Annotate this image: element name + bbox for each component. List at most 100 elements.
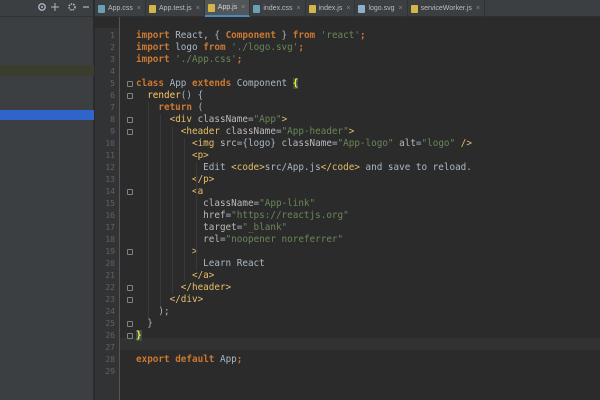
code-token: return (158, 102, 192, 113)
split-icon[interactable] (49, 2, 61, 14)
close-icon[interactable]: × (399, 5, 403, 12)
code-token: /> (455, 138, 472, 149)
close-icon[interactable]: × (196, 5, 200, 12)
code-token: './App.css' (175, 54, 237, 65)
fold-marker-icon[interactable] (127, 93, 133, 99)
line-number: 5 (110, 79, 115, 88)
hide-icon[interactable] (80, 2, 92, 14)
code-line[interactable]: return ( (136, 102, 203, 114)
code-token: App (164, 78, 192, 89)
code-line[interactable]: <div className="App"> (136, 114, 288, 126)
tree-row-selected[interactable] (0, 110, 94, 120)
code-token: <p> (191, 150, 209, 161)
code-line[interactable]: } (136, 330, 142, 342)
code-token: "logo" (421, 138, 456, 149)
code-token: ); (136, 306, 170, 317)
close-icon[interactable]: × (137, 5, 141, 12)
line-number: 27 (105, 343, 115, 352)
code-line[interactable]: import './App.css'; (136, 54, 242, 66)
code-line[interactable]: <header className="App-header"> (136, 126, 355, 138)
tab-serviceworker-js[interactable]: serviceWorker.js × (408, 0, 485, 17)
code-line[interactable]: import React, { Component } from 'react'… (136, 30, 366, 42)
line-number: 11 (105, 151, 115, 160)
code-token: Component (225, 30, 276, 41)
code-line[interactable]: target="_blank" (136, 222, 287, 234)
code-line[interactable]: Edit <code>src/App.js</code> and save to… (136, 162, 472, 174)
code-line[interactable]: render() { (136, 90, 203, 102)
tab-app-test-js[interactable]: App.test.js × (146, 0, 205, 17)
tab-index-js[interactable]: index.js × (306, 0, 356, 17)
code-token: logo (169, 42, 204, 53)
close-icon[interactable]: × (476, 5, 480, 12)
line-number: 2 (110, 43, 115, 52)
close-icon[interactable]: × (241, 4, 245, 11)
code-token: </code> (320, 162, 360, 173)
code-token: default (175, 354, 215, 365)
code-token: ={logo} (236, 138, 276, 149)
code-line[interactable]: <img src={logo} className="App-logo" alt… (136, 138, 472, 150)
code-line[interactable]: > (136, 246, 198, 258)
code-line[interactable]: export default App; (136, 354, 242, 366)
code-token: src/App.js (264, 162, 321, 173)
settings-icon[interactable] (66, 2, 78, 14)
tab-app-js[interactable]: App.js × (204, 0, 251, 17)
code-token: <header (180, 126, 220, 137)
code-line[interactable]: </header> (136, 282, 231, 294)
tab-logo-svg[interactable]: logo.svg × (355, 0, 408, 17)
code-token: > (348, 126, 355, 137)
fold-marker-icon[interactable] (127, 129, 133, 135)
code-token: className (191, 114, 248, 125)
code-token: className (275, 138, 332, 149)
code-token: './logo.svg' (231, 42, 299, 53)
code-token: Learn React (136, 258, 265, 269)
fold-marker-icon[interactable] (127, 321, 133, 327)
code-token: () { (180, 90, 204, 101)
code-line[interactable]: </div> (136, 294, 204, 306)
code-token: <img (191, 138, 215, 149)
line-number: 4 (110, 67, 115, 76)
code-line[interactable]: className="App-link" (136, 198, 315, 210)
file-icon (207, 3, 215, 12)
code-line[interactable]: <a (136, 186, 203, 198)
tree-row-highlight[interactable] (0, 65, 94, 76)
fold-marker-icon[interactable] (127, 249, 133, 255)
code-token: React, { (169, 30, 226, 41)
code-token: "https://reactjs.org" (231, 210, 349, 221)
tab-app-css[interactable]: App.css × (95, 0, 146, 17)
code-token: "App" (253, 114, 282, 125)
tab-index-css[interactable]: index.css × (250, 0, 306, 17)
project-panel[interactable] (0, 0, 94, 400)
tab-label: App.js (217, 4, 238, 11)
gear-icon[interactable] (36, 2, 48, 14)
code-token: href (136, 210, 226, 221)
code-token: 'react' (320, 30, 360, 41)
line-number: 17 (105, 223, 115, 232)
fold-marker-icon[interactable] (127, 117, 133, 123)
fold-marker-icon[interactable] (127, 333, 133, 339)
close-icon[interactable]: × (346, 5, 350, 12)
code-token: from (203, 42, 226, 53)
indent-guide (160, 114, 161, 306)
code-line[interactable]: class App extends Component { (136, 78, 299, 90)
code-line[interactable]: Learn React (136, 258, 265, 270)
line-number: 20 (105, 259, 115, 268)
code-token: ; (359, 30, 366, 41)
code-line[interactable]: } (136, 318, 153, 330)
code-line[interactable]: import logo from './logo.svg'; (136, 42, 304, 54)
file-icon (98, 4, 105, 13)
indent-guide (172, 126, 173, 294)
code-line[interactable]: href="https://reactjs.org" (136, 210, 349, 222)
close-icon[interactable]: × (297, 5, 301, 12)
fold-marker-icon[interactable] (127, 285, 133, 291)
code-line[interactable]: ); (136, 306, 170, 318)
code-token: <code> (231, 162, 265, 173)
code-line[interactable]: rel="noopener noreferrer" (136, 234, 343, 246)
code-token: alt (393, 138, 416, 149)
fold-marker-icon[interactable] (127, 81, 133, 87)
fold-marker-icon[interactable] (127, 297, 133, 303)
code-token: </header> (180, 282, 232, 293)
fold-marker-icon[interactable] (127, 189, 133, 195)
line-number: 1 (110, 31, 115, 40)
tab-label: serviceWorker.js (420, 5, 472, 12)
